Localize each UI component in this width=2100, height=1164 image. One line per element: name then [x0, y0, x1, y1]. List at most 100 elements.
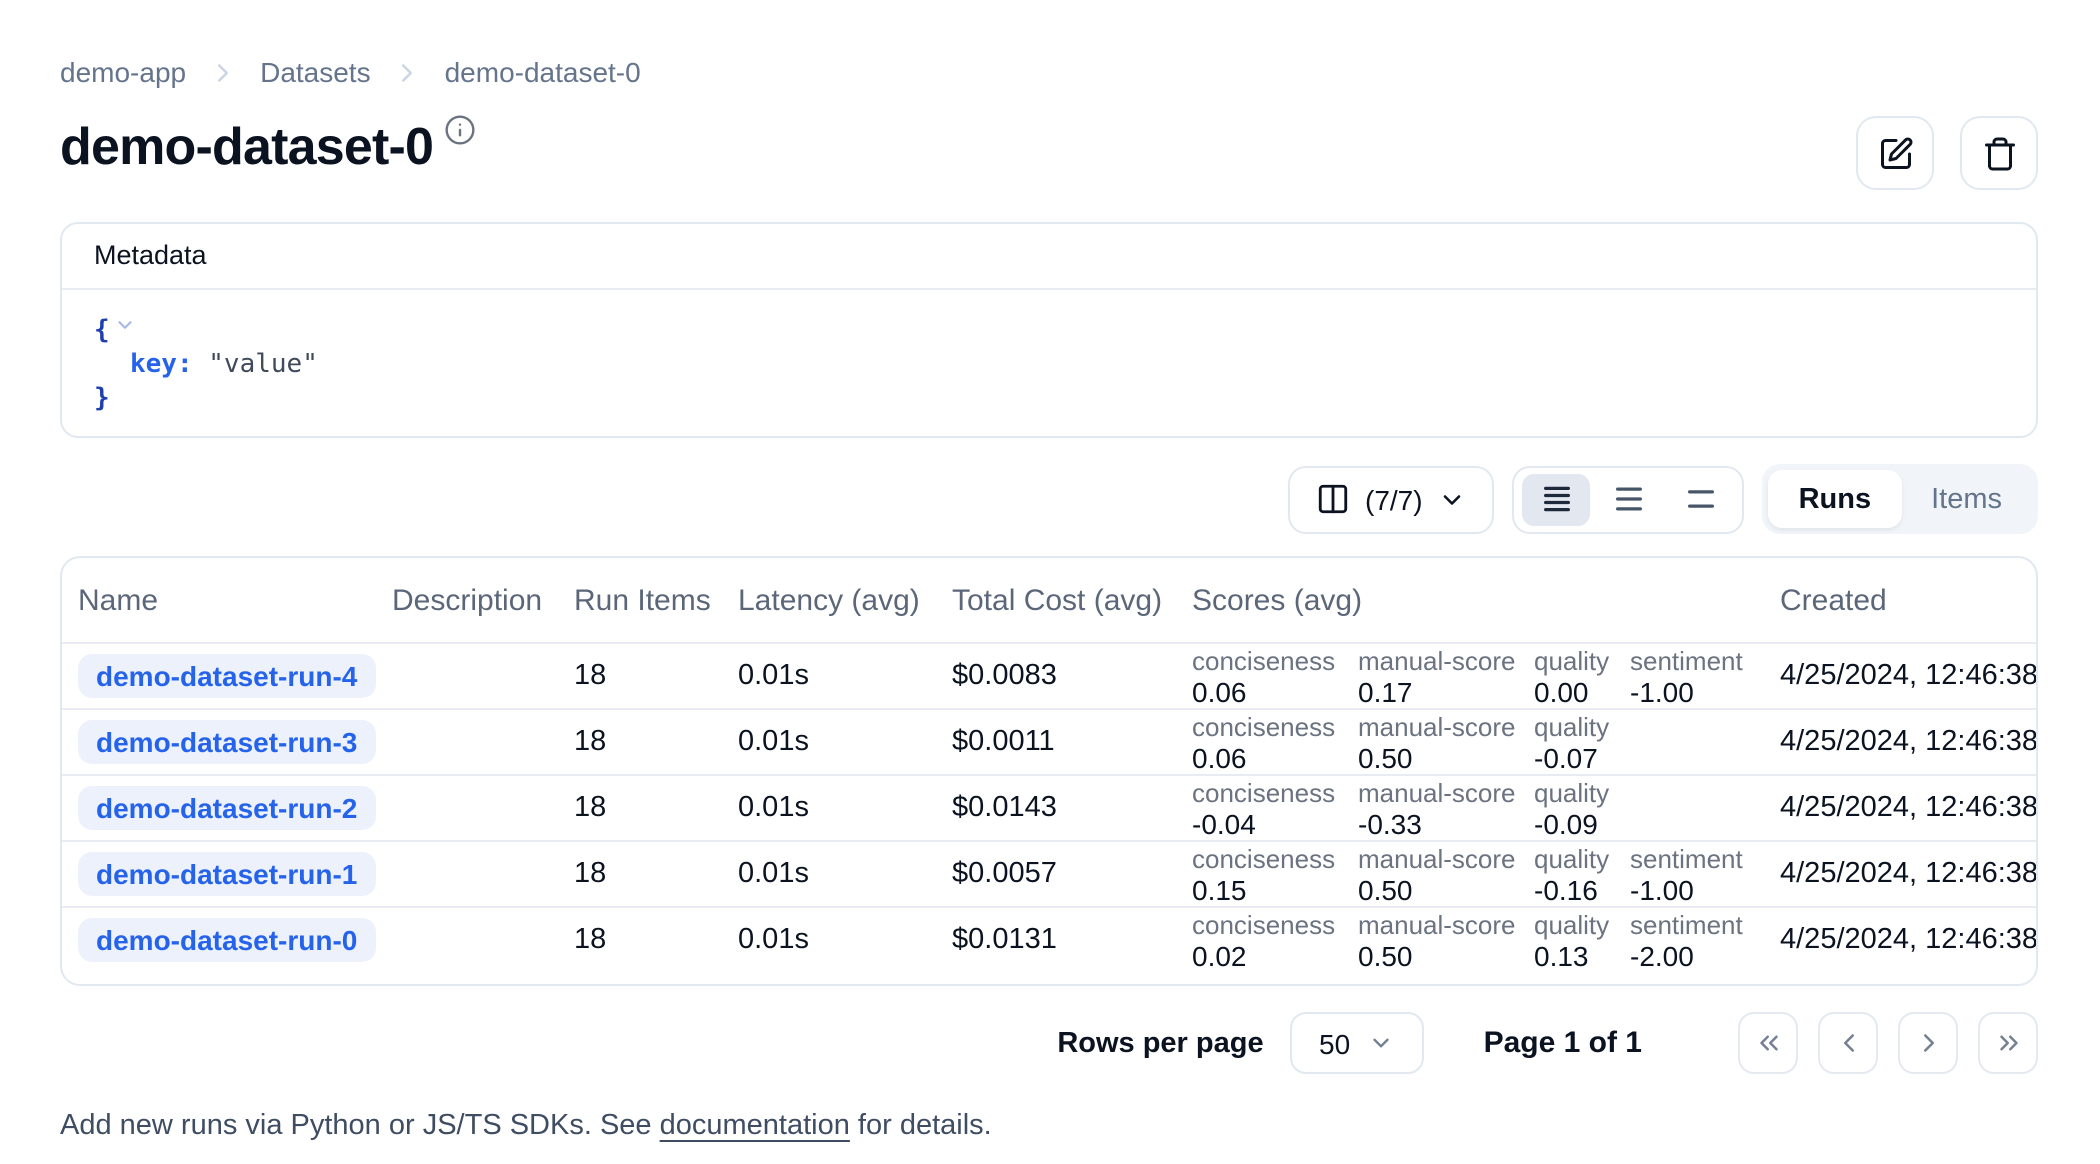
run-items-cell: 18	[558, 858, 722, 890]
column-visibility-button[interactable]: (7/7)	[1287, 465, 1495, 533]
runs-table: Name Description Run Items Latency (avg)…	[60, 556, 2038, 986]
chevron-right-icon	[208, 57, 238, 87]
score-value: 0.17	[1358, 675, 1522, 707]
title-row: demo-dataset-0	[60, 112, 2038, 190]
chevron-down-icon	[1368, 1030, 1394, 1056]
json-close-brace: }	[94, 384, 110, 414]
next-page-button[interactable]	[1898, 1012, 1958, 1074]
score-value: -0.09	[1534, 807, 1618, 839]
info-icon[interactable]	[443, 114, 475, 146]
row-height-medium-button[interactable]	[1595, 473, 1663, 525]
view-toggle: Runs Items	[1763, 464, 2038, 534]
edit-icon	[1877, 135, 1913, 171]
score-label: sentiment	[1630, 909, 1764, 939]
breadcrumb-current: demo-dataset-0	[445, 56, 641, 88]
created-cell: 4/25/2024, 12:46:38 PM	[1764, 792, 2036, 824]
tab-items[interactable]: Items	[1901, 470, 2032, 528]
first-page-button[interactable]	[1738, 1012, 1798, 1074]
run-name-link[interactable]: demo-dataset-run-4	[78, 654, 375, 698]
column-header-created: Created	[1764, 583, 2036, 617]
latency-cell: 0.01s	[722, 726, 936, 758]
latency-cell: 0.01s	[722, 924, 936, 956]
total-cost-cell: $0.0083	[936, 660, 1176, 692]
breadcrumb: demo-app Datasets demo-dataset-0	[60, 56, 2038, 88]
table-row: demo-dataset-run-1 18 0.01s $0.0057 conc…	[62, 840, 2036, 906]
column-header-scores: Scores (avg)	[1176, 583, 1764, 617]
total-cost-cell: $0.0143	[936, 792, 1176, 824]
score-label: manual-score	[1358, 843, 1522, 873]
row-height-compact-button[interactable]	[1523, 473, 1591, 525]
score-label: quality	[1534, 645, 1618, 675]
column-header-description: Description	[376, 583, 558, 617]
run-name-link[interactable]: demo-dataset-run-0	[78, 918, 375, 962]
score-value: 0.00	[1534, 675, 1618, 707]
chevrons-left-icon	[1753, 1028, 1783, 1058]
score-label: quality	[1534, 909, 1618, 939]
pagination: Rows per page 50 Page 1 of 1	[60, 1012, 2038, 1074]
created-cell: 4/25/2024, 12:46:38 PM	[1764, 660, 2036, 692]
score-label: quality	[1534, 777, 1618, 807]
json-open-brace: {	[94, 316, 110, 346]
chevron-right-icon	[393, 57, 423, 87]
score-label: conciseness	[1192, 909, 1346, 939]
row-height-tall-button[interactable]	[1667, 473, 1735, 525]
scores-cell: conciseness0.06 manual-score0.17 quality…	[1176, 645, 1764, 707]
total-cost-cell: $0.0057	[936, 858, 1176, 890]
score-label: conciseness	[1192, 645, 1346, 675]
chevron-right-icon	[1913, 1028, 1943, 1058]
table-toolbar: (7/7) Runs Ite	[60, 464, 2038, 534]
score-value: 0.06	[1192, 741, 1346, 773]
score-label: conciseness	[1192, 843, 1346, 873]
scores-cell: conciseness0.15 manual-score0.50 quality…	[1176, 843, 1764, 905]
score-value: 0.50	[1358, 741, 1522, 773]
sdk-hint-text-after: for details.	[850, 1110, 992, 1142]
table-row: demo-dataset-run-3 18 0.01s $0.0011 conc…	[62, 708, 2036, 774]
score-value: -0.16	[1534, 873, 1618, 905]
metadata-card-title: Metadata	[62, 224, 2036, 290]
score-label: manual-score	[1358, 777, 1522, 807]
rows-per-page-select[interactable]: 50	[1290, 1012, 1424, 1074]
chevrons-right-icon	[1993, 1028, 2023, 1058]
edit-button[interactable]	[1856, 116, 1934, 190]
breadcrumb-datasets[interactable]: Datasets	[260, 56, 371, 88]
run-items-cell: 18	[558, 726, 722, 758]
run-items-cell: 18	[558, 924, 722, 956]
json-key: key:	[130, 350, 193, 380]
column-header-total-cost: Total Cost (avg)	[936, 583, 1176, 617]
score-label: manual-score	[1358, 645, 1522, 675]
columns-icon	[1315, 482, 1349, 516]
sdk-hint-text-before: Add new runs via Python or JS/TS SDKs. S…	[60, 1110, 660, 1142]
latency-cell: 0.01s	[722, 660, 936, 692]
delete-button[interactable]	[1960, 116, 2038, 190]
row-height-toggle-group	[1513, 465, 1745, 533]
column-visibility-count: (7/7)	[1365, 483, 1423, 515]
rows-medium-icon	[1612, 482, 1646, 516]
score-value: -1.00	[1630, 675, 1764, 707]
column-header-name: Name	[62, 583, 376, 617]
latency-cell: 0.01s	[722, 792, 936, 824]
score-value: 0.15	[1192, 873, 1346, 905]
metadata-card: Metadata { key: "value" }	[60, 222, 2038, 438]
last-page-button[interactable]	[1978, 1012, 2038, 1074]
run-name-link[interactable]: demo-dataset-run-3	[78, 720, 375, 764]
table-row: demo-dataset-run-2 18 0.01s $0.0143 conc…	[62, 774, 2036, 840]
breadcrumb-project[interactable]: demo-app	[60, 56, 186, 88]
tab-runs[interactable]: Runs	[1769, 470, 1902, 528]
json-collapse-chevron-icon[interactable]	[114, 314, 136, 336]
score-label: quality	[1534, 711, 1618, 741]
scores-cell: conciseness-0.04 manual-score-0.33 quali…	[1176, 777, 1764, 839]
column-header-latency: Latency (avg)	[722, 583, 936, 617]
table-header-row: Name Description Run Items Latency (avg)…	[62, 558, 2036, 642]
dataset-detail-page: demo-app Datasets demo-dataset-0 demo-da…	[0, 0, 2100, 1164]
chevron-down-icon	[1439, 485, 1467, 513]
score-value: -0.04	[1192, 807, 1346, 839]
latency-cell: 0.01s	[722, 858, 936, 890]
chevron-left-icon	[1833, 1028, 1863, 1058]
previous-page-button[interactable]	[1818, 1012, 1878, 1074]
run-name-link[interactable]: demo-dataset-run-2	[78, 786, 375, 830]
rows-per-page-label: Rows per page	[1057, 1027, 1263, 1059]
created-cell: 4/25/2024, 12:46:38 PM	[1764, 924, 2036, 956]
rows-compact-icon	[1540, 482, 1574, 516]
documentation-link[interactable]: documentation	[660, 1110, 850, 1142]
run-name-link[interactable]: demo-dataset-run-1	[78, 852, 375, 896]
